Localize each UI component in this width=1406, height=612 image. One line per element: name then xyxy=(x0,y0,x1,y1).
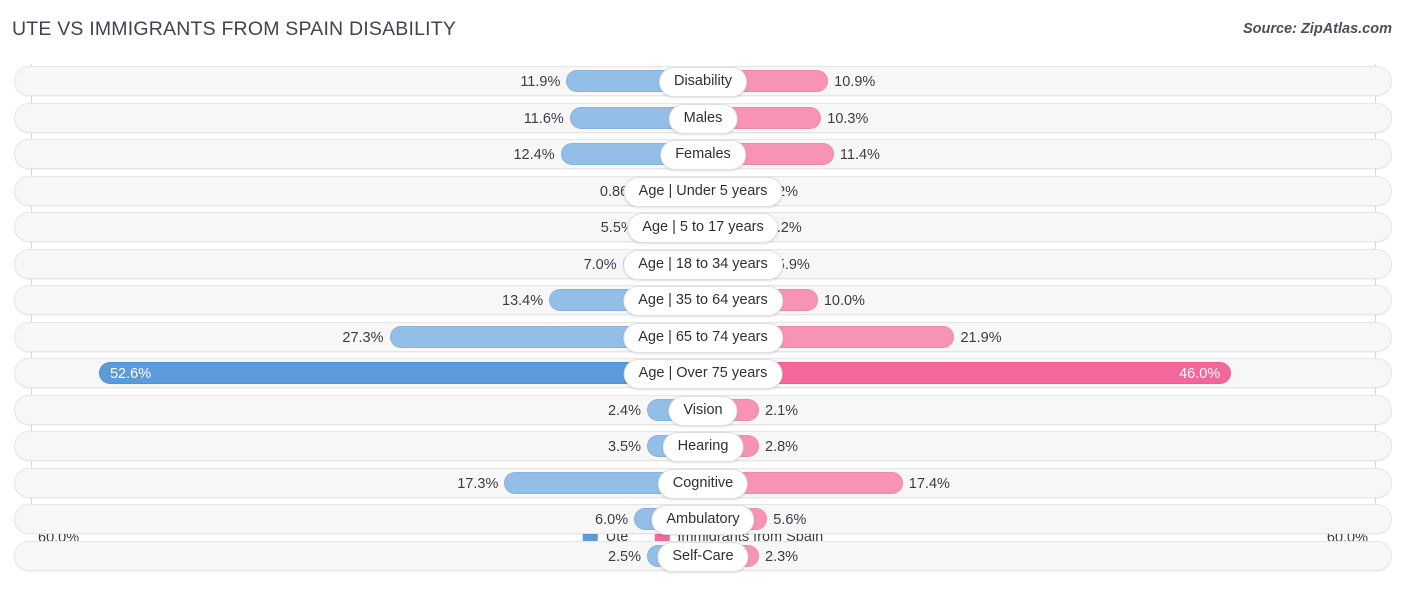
row-category-label: Age | Under 5 years xyxy=(623,176,783,207)
row-category-label: Age | 65 to 74 years xyxy=(623,322,783,353)
value-label-immigrants-from-spain: 46.0% xyxy=(1179,366,1221,382)
value-label-ute: 11.6% xyxy=(523,110,564,127)
chart-row: 13.4% 10.0% Age | 35 to 64 years xyxy=(0,283,1406,320)
value-label-immigrants-from-spain: 21.9% xyxy=(960,329,1002,346)
row-category-label: Age | Over 75 years xyxy=(623,359,783,389)
row-category-label: Males xyxy=(668,103,738,134)
value-label-immigrants-from-spain: 10.0% xyxy=(823,293,865,309)
value-label-immigrants-from-spain: 10.9% xyxy=(834,74,876,90)
value-label-immigrants-from-spain: 10.3% xyxy=(827,110,869,127)
chart-row: 0.86%1.2%Age | Under 5 years xyxy=(0,174,1406,211)
chart-row: 5.5% 5.2% Age | 5 to 17 years xyxy=(0,210,1406,247)
value-label-ute: 13.4% xyxy=(502,293,544,309)
value-label-immigrants-from-spain: 11.4% xyxy=(839,147,880,163)
chart-row: 3.5% 2.8% Hearing xyxy=(0,429,1406,466)
chart-row: 52.6% 46.0% Age | Over 75 years xyxy=(0,356,1406,393)
chart-header: UTE VS IMMIGRANTS FROM SPAIN DISABILITY … xyxy=(0,0,1406,56)
chart-row: 6.0% 5.6% Ambulatory xyxy=(0,502,1406,539)
chart-row: 27.3% 21.9% Age | 65 to 74 years xyxy=(0,320,1406,357)
row-category-label: Age | 5 to 17 years xyxy=(627,213,779,243)
value-label-ute: 7.0% xyxy=(583,256,617,273)
row-category-label: Age | 35 to 64 years xyxy=(623,286,783,316)
row-category-label: Self-Care xyxy=(657,541,749,572)
chart-row: 17.3% 17.4% Cognitive xyxy=(0,466,1406,503)
chart-rows: 11.9% 10.9% Disability 11.6% 10.3% Males 12.4%… xyxy=(0,64,1406,575)
value-label-immigrants-from-spain: 2.8% xyxy=(765,439,799,455)
chart-row: 2.4% 2.1% Vision xyxy=(0,393,1406,430)
value-label-ute: 2.4% xyxy=(607,402,641,419)
bar-ute[interactable]: 52.6% xyxy=(98,362,703,384)
value-label-ute: 12.4% xyxy=(513,147,555,163)
diverging-bar-chart: 11.9% 10.9% Disability 11.6% 10.3% Males 12.4%… xyxy=(0,56,1406,572)
chart-row: 11.9% 10.9% Disability xyxy=(0,64,1406,101)
value-label-ute: 3.5% xyxy=(607,439,641,455)
value-label-ute: 11.9% xyxy=(520,74,561,90)
row-category-label: Disability xyxy=(658,67,748,97)
value-label-ute: 27.3% xyxy=(342,329,384,346)
row-category-label: Females xyxy=(660,140,746,170)
value-label-ute: 6.0% xyxy=(595,512,629,528)
chart-row: 12.4% 11.4% Females xyxy=(0,137,1406,174)
value-label-immigrants-from-spain: 2.1% xyxy=(765,402,799,419)
row-category-label: Vision xyxy=(668,395,738,426)
value-label-ute: 2.5% xyxy=(607,548,641,565)
row-category-label: Age | 18 to 34 years xyxy=(623,249,783,280)
value-label-ute: 52.6% xyxy=(109,366,152,382)
row-category-label: Ambulatory xyxy=(651,505,755,535)
source-attribution: Source: ZipAtlas.com xyxy=(1242,21,1392,37)
chart-row: 2.5% 2.3% Self-Care xyxy=(0,539,1406,576)
row-category-label: Hearing xyxy=(662,432,744,462)
page-title: UTE VS IMMIGRANTS FROM SPAIN DISABILITY xyxy=(12,18,457,40)
chart-row: 7.0% 5.9% Age | 18 to 34 years xyxy=(0,247,1406,284)
value-label-immigrants-from-spain: 17.4% xyxy=(908,475,950,492)
row-left-half: 52.6% xyxy=(98,362,703,384)
value-label-immigrants-from-spain: 2.3% xyxy=(765,548,799,565)
value-label-immigrants-from-spain: 5.6% xyxy=(773,512,807,528)
row-category-label: Cognitive xyxy=(657,468,749,499)
value-label-ute: 17.3% xyxy=(457,475,499,492)
chart-row: 11.6% 10.3% Males xyxy=(0,101,1406,138)
